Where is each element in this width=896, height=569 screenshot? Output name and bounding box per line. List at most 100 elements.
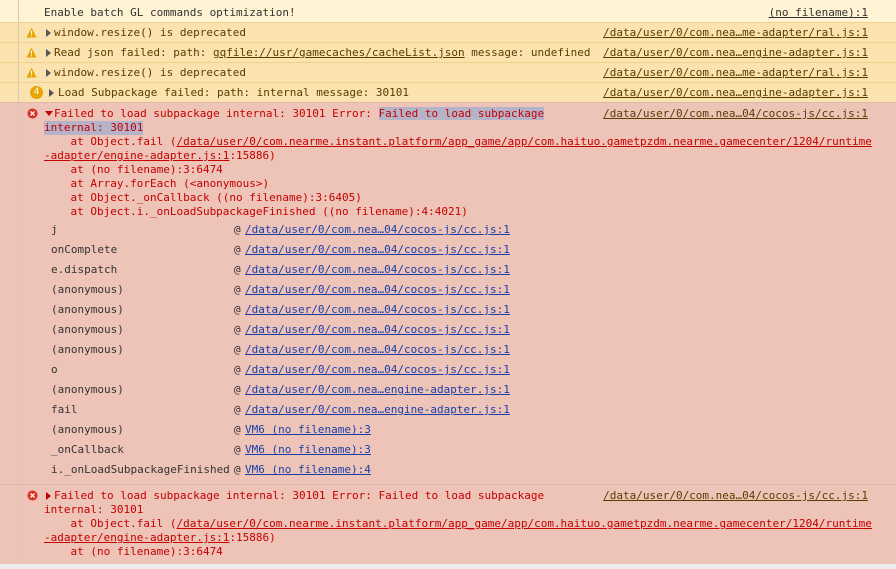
console-message-warning: Read json failed: path: gqfile://usr/gam…	[0, 42, 896, 62]
warning-icon	[26, 27, 37, 38]
stack-frame-location-link[interactable]: /data/user/0/com.nea…04/cocos-js/cc.js:1	[245, 283, 510, 297]
stack-line: at (no filename):3:6474	[44, 545, 223, 558]
stack-link[interactable]: -adapter/engine-adapter.js:1	[44, 149, 229, 162]
stack-frame-at: @	[234, 423, 241, 436]
stack-link[interactable]: /data/user/0/com.nearme.instant.platform…	[176, 135, 871, 148]
console-panel: Enable batch GL commands optimization! (…	[0, 0, 896, 569]
stack-frame-location-link[interactable]: /data/user/0/com.nea…04/cocos-js/cc.js:1	[245, 223, 510, 237]
stack-text: at Object.fail (	[44, 135, 177, 148]
error-icon	[27, 108, 38, 119]
stack-frame-function: (anonymous)	[51, 303, 124, 316]
selected-text: Failed to load subpackage	[378, 107, 545, 120]
stack-line: at Object.fail (/data/user/0/com.nearme.…	[44, 517, 871, 531]
stack-link[interactable]: -adapter/engine-adapter.js:1	[44, 531, 229, 544]
console-message-error: Failed to load subpackage internal: 3010…	[0, 484, 896, 564]
source-link[interactable]: /data/user/0/com.nea…engine-adapter.js:1	[603, 46, 868, 60]
error-text: Failed to load subpackage internal: 3010…	[54, 107, 379, 120]
stack-link[interactable]: /data/user/0/com.nearme.instant.platform…	[176, 517, 871, 530]
stack-frame-function: (anonymous)	[51, 323, 124, 336]
stack-frame-location-link[interactable]: VM6 (no filename):3	[245, 443, 371, 457]
error-message: Failed to load subpackage internal: 3010…	[54, 107, 545, 121]
stack-frame-at: @	[234, 303, 241, 316]
error-text: Failed to load subpackage internal: 3010…	[54, 489, 545, 502]
stack-frames-table: j @ /data/user/0/com.nea…04/cocos-js/cc.js…	[0, 223, 896, 483]
expand-arrow-icon[interactable]	[46, 492, 51, 500]
source-link[interactable]: /data/user/0/com.nea…engine-adapter.js:1	[603, 86, 868, 100]
stack-line: at Object._onCallback ((no filename):3:6…	[44, 191, 362, 204]
stack-frame-location-link[interactable]: /data/user/0/com.nea…04/cocos-js/cc.js:1	[245, 363, 510, 377]
stack-frame-location-link[interactable]: /data/user/0/com.nea…04/cocos-js/cc.js:1	[245, 303, 510, 317]
stack-frame-at: @	[234, 243, 241, 256]
stack-frame-at: @	[234, 263, 241, 276]
stack-frame-at: @	[234, 403, 241, 416]
stack-frame-location-link[interactable]: /data/user/0/com.nea…04/cocos-js/cc.js:1	[245, 243, 510, 257]
message-text: Read json failed: path: gqfile://usr/gam…	[54, 46, 590, 60]
message-text: Enable batch GL commands optimization!	[44, 6, 296, 19]
source-link[interactable]: /data/user/0/com.nea…04/cocos-js/cc.js:1	[603, 107, 868, 121]
console-message-warning: 4 Load Subpackage failed: path: internal…	[0, 82, 896, 102]
source-link[interactable]: /data/user/0/com.nea…me-adapter/ral.js:1	[603, 66, 868, 80]
stack-frame-location-link[interactable]: /data/user/0/com.nea…engine-adapter.js:1	[245, 403, 510, 417]
stack-frame-location-link[interactable]: VM6 (no filename):4	[245, 463, 371, 477]
path-link[interactable]: gqfile://usr/gamecaches/cacheList.json	[213, 46, 465, 59]
stack-line: at Object.fail (/data/user/0/com.nearme.…	[44, 135, 871, 149]
console-message-error: Failed to load subpackage internal: 3010…	[0, 102, 896, 484]
message-suffix: message: undefined	[464, 46, 591, 59]
stack-frame-location-link[interactable]: /data/user/0/com.nea…engine-adapter.js:1	[245, 383, 510, 397]
source-link[interactable]: /data/user/0/com.nea…04/cocos-js/cc.js:1	[603, 489, 868, 503]
stack-frame-at: @	[234, 443, 241, 456]
console-message-warning: window.resize() is deprecated /data/user…	[0, 62, 896, 82]
error-text-cont: internal: 30101	[44, 121, 144, 135]
stack-line: at Array.forEach (<anonymous>)	[44, 177, 270, 190]
stack-frame-location-link[interactable]: /data/user/0/com.nea…04/cocos-js/cc.js:1	[245, 343, 510, 357]
stack-text: :15886)	[229, 531, 276, 544]
stack-frame-location-link[interactable]: /data/user/0/com.nea…04/cocos-js/cc.js:1	[245, 323, 510, 337]
stack-frame-function: o	[51, 363, 58, 376]
expand-arrow-icon[interactable]	[46, 29, 51, 37]
message-text: Load Subpackage failed: path: internal m…	[58, 86, 409, 99]
expand-arrow-icon[interactable]	[46, 49, 51, 57]
stack-frame-at: @	[234, 323, 241, 336]
stack-frame-at: @	[234, 463, 241, 476]
stack-frame-location-link[interactable]: /data/user/0/com.nea…04/cocos-js/cc.js:1	[245, 263, 510, 277]
stack-frame-function: i._onLoadSubpackageFinished	[51, 463, 230, 476]
stack-frame-at: @	[234, 223, 241, 236]
gutter	[18, 0, 19, 22]
gutter	[18, 63, 19, 82]
warning-icon	[26, 47, 37, 58]
stack-frame-function: j	[51, 223, 58, 236]
stack-frame-at: @	[234, 343, 241, 356]
stack-line: -adapter/engine-adapter.js:1:15886)	[44, 149, 276, 163]
stack-line: at (no filename):3:6474	[44, 163, 223, 176]
bottom-border	[0, 564, 896, 569]
stack-frame-at: @	[234, 283, 241, 296]
gutter	[18, 43, 19, 62]
stack-frame-location-link[interactable]: VM6 (no filename):3	[245, 423, 371, 437]
error-icon	[27, 490, 38, 501]
stack-line: at Object.i._onLoadSubpackageFinished ((…	[44, 205, 468, 218]
warning-icon	[26, 67, 37, 78]
message-text: window.resize() is deprecated	[54, 66, 247, 79]
expand-arrow-icon[interactable]	[49, 89, 54, 97]
stack-frame-at: @	[234, 383, 241, 396]
message-prefix: Read json failed: path:	[54, 46, 213, 59]
stack-frame-function: onComplete	[51, 243, 118, 256]
console-message-warning: window.resize() is deprecated /data/user…	[0, 22, 896, 42]
stack-line: -adapter/engine-adapter.js:1:15886)	[44, 531, 276, 545]
gutter	[18, 23, 19, 42]
stack-text: :15886)	[229, 149, 276, 162]
repeat-count-badge: 4	[30, 86, 43, 99]
source-link[interactable]: (no filename):1	[769, 6, 868, 20]
collapse-arrow-icon[interactable]	[45, 111, 53, 116]
expand-arrow-icon[interactable]	[46, 69, 51, 77]
gutter	[18, 485, 19, 564]
stack-text: at Object.fail (	[44, 517, 177, 530]
console-message-info: Enable batch GL commands optimization! (…	[0, 0, 896, 22]
stack-frame-at: @	[234, 363, 241, 376]
source-link[interactable]: /data/user/0/com.nea…me-adapter/ral.js:1	[603, 26, 868, 40]
stack-frame-function: (anonymous)	[51, 423, 124, 436]
gutter	[18, 83, 19, 102]
stack-frame-function: _onCallback	[51, 443, 124, 456]
message-text: window.resize() is deprecated	[54, 26, 247, 39]
stack-frame-function: (anonymous)	[51, 283, 124, 296]
